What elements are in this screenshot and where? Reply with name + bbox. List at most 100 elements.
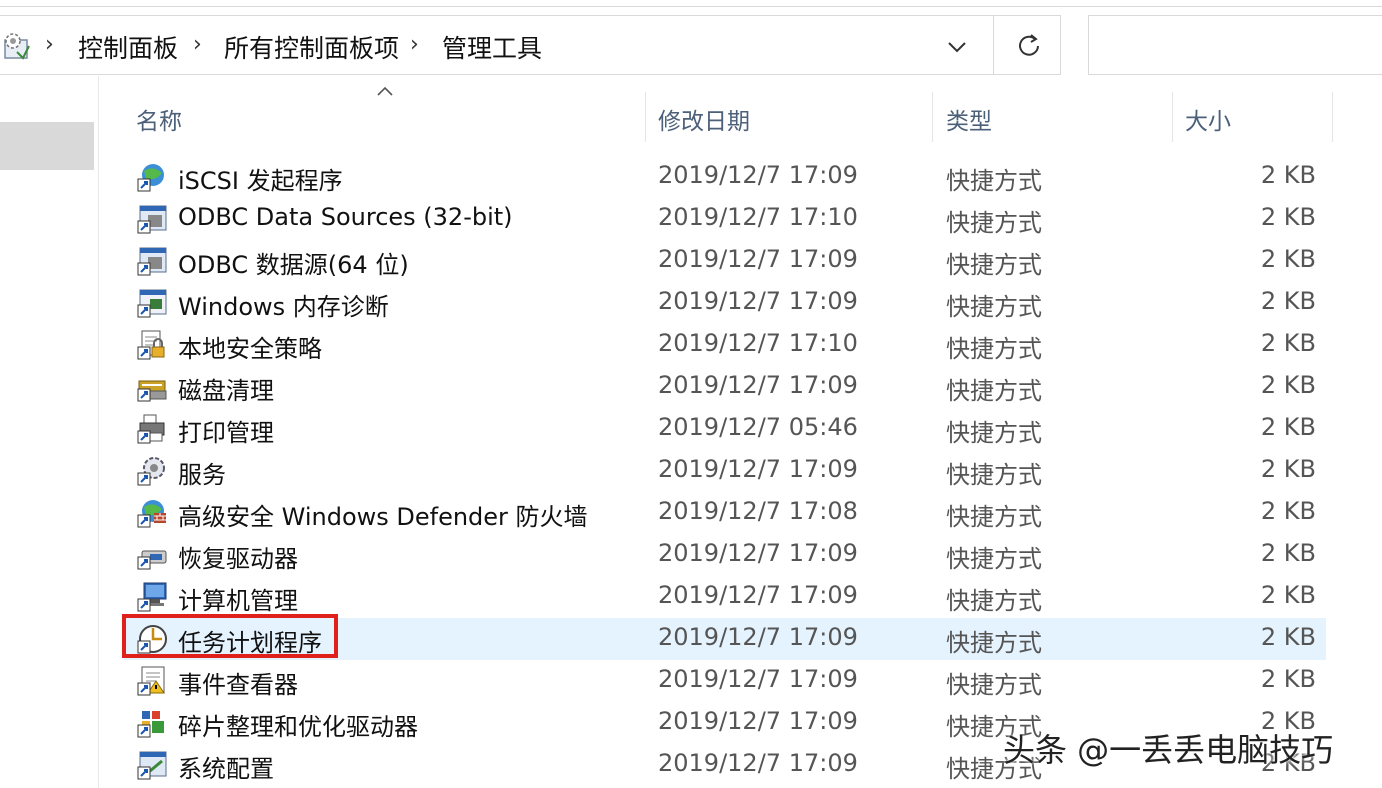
file-date: 2019/12/7 17:09 <box>658 707 858 735</box>
file-date: 2019/12/7 17:08 <box>658 497 858 525</box>
file-name: iSCSI 发起程序 <box>178 167 343 195</box>
file-date: 2019/12/7 17:10 <box>658 329 858 357</box>
refresh-icon[interactable] <box>1013 30 1045 62</box>
file-date: 2019/12/7 17:09 <box>658 287 858 315</box>
breadcrumb-admin-tools[interactable]: 管理工具 <box>442 29 542 65</box>
file-date: 2019/12/7 17:09 <box>658 581 858 609</box>
odbc-icon <box>137 205 167 234</box>
breadcrumb-chevron-icon[interactable]: › <box>410 32 419 57</box>
file-row[interactable]: Windows 内存诊断 2019/12/7 17:09 快捷方式 2 KB <box>124 282 1326 324</box>
breadcrumb-chevron-icon[interactable]: › <box>193 32 202 57</box>
file-type: 快捷方式 <box>946 251 1042 279</box>
file-date: 2019/12/7 17:09 <box>658 161 858 189</box>
file-size: 2 KB <box>1260 161 1316 189</box>
column-divider[interactable] <box>932 92 933 142</box>
file-date: 2019/12/7 17:09 <box>658 665 858 693</box>
nav-selected-item[interactable] <box>0 122 94 170</box>
column-header-name[interactable]: 名称 <box>136 102 182 136</box>
file-row[interactable]: 磁盘清理 2019/12/7 17:09 快捷方式 2 KB <box>124 366 1326 408</box>
file-name: 磁盘清理 <box>178 377 274 405</box>
file-type: 快捷方式 <box>946 335 1042 363</box>
breadcrumb-control-panel[interactable]: 控制面板 <box>78 29 178 65</box>
file-row[interactable]: 恢复驱动器 2019/12/7 17:09 快捷方式 2 KB <box>124 534 1326 576</box>
file-date: 2019/12/7 05:46 <box>658 413 858 441</box>
navigation-pane[interactable] <box>0 76 99 788</box>
chevron-down-icon[interactable] <box>945 37 969 57</box>
file-type: 快捷方式 <box>946 377 1042 405</box>
odbc-icon <box>137 247 167 276</box>
iscsi-globe-icon <box>137 164 164 192</box>
file-name: 恢复驱动器 <box>178 545 298 573</box>
sort-ascending-icon <box>377 86 393 96</box>
file-type: 快捷方式 <box>946 671 1042 699</box>
file-date: 2019/12/7 17:09 <box>658 539 858 567</box>
file-row[interactable]: iSCSI 发起程序 2019/12/7 17:09 快捷方式 2 KB <box>124 156 1326 198</box>
file-date: 2019/12/7 17:09 <box>658 245 858 273</box>
column-divider[interactable] <box>1172 92 1173 142</box>
file-name: Windows 内存诊断 <box>178 293 389 321</box>
file-row[interactable]: 计算机管理 2019/12/7 17:09 快捷方式 2 KB <box>124 576 1326 618</box>
file-type: 快捷方式 <box>946 461 1042 489</box>
computer-management-icon <box>137 582 167 612</box>
annotation-highlight-box <box>122 614 338 658</box>
breadcrumb-all-items[interactable]: 所有控制面板项 <box>224 29 399 65</box>
file-name: 服务 <box>178 461 226 489</box>
file-type: 快捷方式 <box>946 167 1042 195</box>
file-type: 快捷方式 <box>946 209 1042 237</box>
security-policy-icon <box>137 330 165 360</box>
file-name: ODBC Data Sources (32-bit) <box>178 203 513 231</box>
disk-cleanup-icon <box>137 380 167 402</box>
file-size: 2 KB <box>1260 623 1316 651</box>
print-management-icon <box>137 414 165 444</box>
file-size: 2 KB <box>1260 245 1316 273</box>
file-row[interactable]: 服务 2019/12/7 17:09 快捷方式 2 KB <box>124 450 1326 492</box>
file-size: 2 KB <box>1260 413 1316 441</box>
watermark-text: 头条 @一丢丢电脑技巧 <box>1003 731 1334 769</box>
file-size: 2 KB <box>1260 329 1316 357</box>
file-size: 2 KB <box>1260 455 1316 483</box>
event-viewer-icon <box>137 666 165 696</box>
file-name: 计算机管理 <box>178 587 298 615</box>
file-date: 2019/12/7 17:10 <box>658 203 858 231</box>
file-size: 2 KB <box>1260 371 1316 399</box>
search-input[interactable] <box>1088 15 1382 75</box>
file-name: 打印管理 <box>178 419 274 447</box>
file-row[interactable]: ODBC 数据源(64 位) 2019/12/7 17:09 快捷方式 2 KB <box>124 240 1326 282</box>
file-name: 碎片整理和优化驱动器 <box>178 713 418 741</box>
file-date: 2019/12/7 17:09 <box>658 455 858 483</box>
file-name: 事件查看器 <box>178 671 298 699</box>
defrag-icon <box>137 711 164 738</box>
recovery-drive-icon <box>137 550 167 570</box>
firewall-globe-icon <box>137 500 166 528</box>
file-size: 2 KB <box>1260 581 1316 609</box>
file-size: 2 KB <box>1260 497 1316 525</box>
column-divider[interactable] <box>645 92 646 142</box>
address-bar[interactable]: › 控制面板 › 所有控制面板项 › 管理工具 <box>0 15 1061 75</box>
file-type: 快捷方式 <box>946 587 1042 615</box>
file-size: 2 KB <box>1260 665 1316 693</box>
file-type: 快捷方式 <box>946 629 1042 657</box>
file-size: 2 KB <box>1260 539 1316 567</box>
file-row[interactable]: 本地安全策略 2019/12/7 17:10 快捷方式 2 KB <box>124 324 1326 366</box>
column-header-size[interactable]: 大小 <box>1185 102 1231 136</box>
file-size: 2 KB <box>1260 203 1316 231</box>
file-name: ODBC 数据源(64 位) <box>178 251 409 279</box>
breadcrumb-chevron-icon[interactable]: › <box>45 32 54 57</box>
file-row[interactable]: 打印管理 2019/12/7 05:46 快捷方式 2 KB <box>124 408 1326 450</box>
file-date: 2019/12/7 17:09 <box>658 623 858 651</box>
file-row[interactable]: ODBC Data Sources (32-bit) 2019/12/7 17:… <box>124 198 1326 240</box>
file-name: 高级安全 Windows Defender 防火墙 <box>178 503 588 531</box>
memory-diagnostic-icon <box>137 289 167 318</box>
address-divider <box>993 16 994 74</box>
file-type: 快捷方式 <box>946 419 1042 447</box>
file-name: 本地安全策略 <box>178 335 322 363</box>
file-row[interactable]: 事件查看器 2019/12/7 17:09 快捷方式 2 KB <box>124 660 1326 702</box>
column-header-type[interactable]: 类型 <box>946 102 992 136</box>
file-type: 快捷方式 <box>946 545 1042 573</box>
column-header-date[interactable]: 修改日期 <box>658 102 750 136</box>
control-panel-icon <box>4 33 30 60</box>
file-row[interactable]: 高级安全 Windows Defender 防火墙 2019/12/7 17:0… <box>124 492 1326 534</box>
file-date: 2019/12/7 17:09 <box>658 371 858 399</box>
services-gear-icon <box>137 457 165 486</box>
column-divider[interactable] <box>1332 92 1333 142</box>
